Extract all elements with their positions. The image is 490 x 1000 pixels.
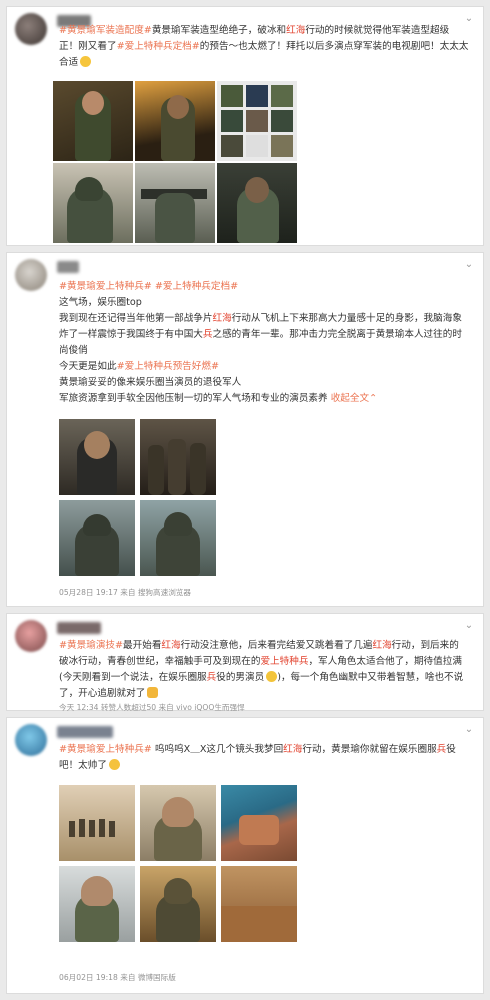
- post-photo[interactable]: [140, 500, 216, 576]
- post-photo[interactable]: [140, 419, 216, 495]
- post-text-line: 军旅资源拿到手软全因他压制一切的军人气场和专业的演员素养 收起全文⌃: [59, 393, 378, 404]
- post-text-line: 合适: [59, 55, 469, 70]
- post-photo[interactable]: [53, 81, 133, 161]
- post-text-line: 我到现在还记得当年他第一部战争片红海行动从飞机上下来那高大力量感十足的身影，我脑…: [59, 313, 462, 324]
- post-text-line: 今天更是如此#爱上特种兵预告好燃#: [59, 361, 219, 372]
- user-avatar[interactable]: [15, 724, 47, 756]
- chevron-down-icon[interactable]: ⌄: [463, 621, 475, 631]
- heart-eyes-emoji: [80, 56, 92, 67]
- weibo-post-2: ⌄ #黄景瑜爱上特种兵# #爱上特种兵定档# 这气场，娱乐圈top 我到现在还记…: [6, 252, 484, 607]
- post-photo[interactable]: [135, 81, 215, 161]
- hashtag[interactable]: #黄景瑜军装造配度#: [59, 25, 152, 36]
- post-photo[interactable]: [217, 163, 297, 243]
- username-blurred[interactable]: [57, 261, 79, 273]
- thumbs-up-emoji: [147, 687, 159, 698]
- post-photo[interactable]: [59, 500, 135, 576]
- post-text-line: #黄景瑜演技#最开始看红海行动没注意他，后来看完结爱又跳着看了几遍红海行动，到后…: [59, 640, 459, 651]
- hashtag[interactable]: #黄景瑜爱上特种兵#: [59, 744, 152, 755]
- post-photo[interactable]: [59, 419, 135, 495]
- post-photo[interactable]: [140, 785, 216, 861]
- post-photo[interactable]: [59, 866, 135, 942]
- post-text-line: (今天刚看到一个说法，在娱乐圈服兵役的男演员)，每一个角色幽默中又带着智慧，啥也…: [59, 671, 464, 683]
- post-photo[interactable]: [53, 163, 133, 243]
- post-photo[interactable]: [59, 785, 135, 861]
- post-photo[interactable]: [221, 866, 297, 942]
- user-avatar[interactable]: [15, 259, 47, 291]
- post-photo[interactable]: [140, 866, 216, 942]
- post-meta: 06月02日 19:18 来自 微博国际版: [59, 973, 176, 982]
- chevron-down-icon[interactable]: ⌄: [463, 260, 475, 270]
- post-text-line: 正！刚又看了#爱上特种兵定档#的预告～也太燃了！拜托以后多演点穿军装的电视剧吧！…: [59, 41, 469, 52]
- hashtag[interactable]: #爱上特种兵定档#: [117, 41, 200, 52]
- post-text-line: 尚俊俏: [59, 345, 88, 356]
- username-blurred[interactable]: [57, 622, 101, 634]
- weibo-post-1: ⌄ #黄景瑜军装造配度#黄景瑜军装造型绝绝子，破冰和红海行动的时候就觉得他军装造…: [6, 6, 484, 246]
- hashtag[interactable]: #黄景瑜演技#: [59, 640, 123, 651]
- post-text-line: 吧！太帅了: [59, 758, 469, 773]
- post-text-line: #黄景瑜爱上特种兵# 呜呜呜X＿X这几个镜头我梦回红海行动，黄景瑜你就留在娱乐圈…: [59, 744, 456, 755]
- post-text-line: 黄景瑜妥妥的像来娱乐圈当演员的退役军人: [59, 377, 242, 388]
- hashtag[interactable]: #爱上特种兵预告好燃#: [117, 361, 219, 372]
- weibo-post-4: ⌄ #黄景瑜爱上特种兵# 呜呜呜X＿X这几个镜头我梦回红海行动，黄景瑜你就留在娱…: [6, 717, 484, 994]
- weibo-post-3: ⌄ #黄景瑜演技#最开始看红海行动没注意他，后来看完结爱又跳着看了几遍红海行动，…: [6, 613, 484, 712]
- post-meta: 今天 12:34 转赞人数超过50 来自 vivo iQOO生而强悍: [59, 703, 245, 712]
- post-text-line: 炸了一样震惊于我国终于有中国大兵之感的青年一辈。那冲击力完全脱离于黄景瑜本人过往…: [59, 329, 462, 340]
- user-avatar[interactable]: [15, 13, 47, 45]
- chevron-down-icon[interactable]: ⌄: [463, 725, 475, 735]
- post-text-line: #黄景瑜军装造配度#黄景瑜军装造型绝绝子，破冰和红海行动的时候就觉得他军装造型超…: [59, 25, 450, 36]
- post-text-line: 破冰行动，青春创世纪，幸福触手可及到现在的爱上特种兵，军人角色太适合他了，期待值…: [59, 656, 462, 667]
- grinning-emoji: [108, 759, 120, 770]
- post-meta: 05月28日 19:17 来自 搜狗高速浏览器: [59, 588, 191, 597]
- laughing-emoji: [266, 671, 278, 682]
- post-photo[interactable]: [135, 163, 215, 243]
- post-text-line: 这气场，娱乐圈top: [59, 297, 142, 308]
- username-blurred[interactable]: [57, 726, 113, 738]
- post-photo[interactable]: [221, 785, 297, 861]
- user-avatar[interactable]: [15, 620, 47, 652]
- post-photo[interactable]: [217, 81, 297, 161]
- post-hashtags[interactable]: #黄景瑜爱上特种兵# #爱上特种兵定档#: [59, 279, 469, 294]
- chevron-up-icon[interactable]: ⌃: [369, 393, 377, 404]
- collapse-text-link[interactable]: 收起全文: [331, 393, 369, 404]
- post-text-line: 了，开心追剧就对了: [59, 686, 469, 701]
